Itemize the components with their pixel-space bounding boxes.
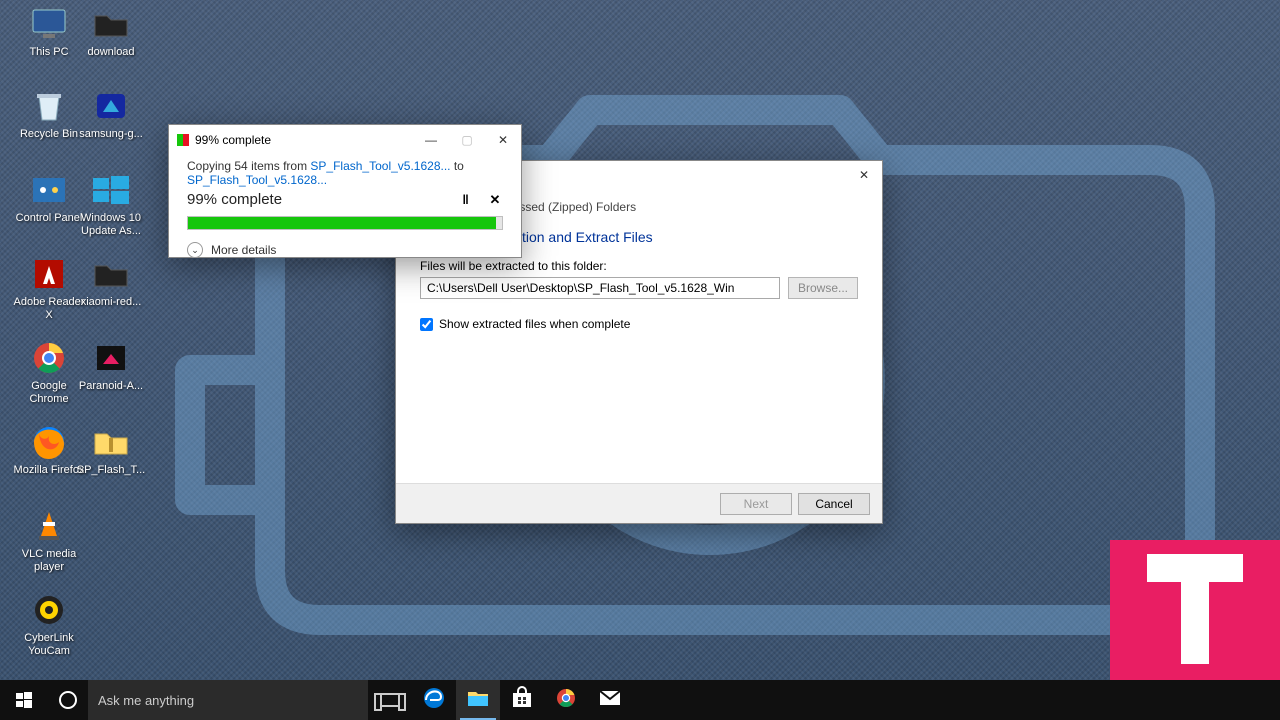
cpanel-icon [27,170,71,210]
desktop-icon-windows-10-update-as-[interactable]: Windows 10 Update As... [74,170,148,238]
desktop[interactable]: This PCdownloadRecycle Binsamsung-g...Co… [0,0,1280,720]
show-extracted-label: Show extracted files when complete [439,317,630,331]
chrome-icon [27,338,71,378]
copy-to-link[interactable]: SP_Flash_Tool_v5.1628... [187,173,327,187]
taskbar-app-store[interactable] [500,680,544,720]
chevron-down-icon: ⌄ [187,242,203,258]
desktop-icon-label: xiaomi-red... [74,296,148,309]
folder-dark-icon [89,4,133,44]
store-icon [510,686,534,715]
desktop-icon-label: Paranoid-A... [74,380,148,393]
desktop-icon-paranoid-a-[interactable]: Paranoid-A... [74,338,148,393]
progress-bar-fill [188,217,496,229]
file-explorer-icon [466,686,490,715]
folder-dark-icon [89,254,133,294]
extract-path-input[interactable] [420,277,780,299]
more-details-label: More details [211,243,276,257]
desktop-icon-vlc-media-player[interactable]: VLC media player [12,506,86,574]
copy-progress-icon [177,134,189,146]
copying-line: Copying 54 items from SP_Flash_Tool_v5.1… [187,159,503,187]
desktop-icon-cyberlink-youcam[interactable]: CyberLink YouCam [12,590,86,658]
taskbar-app-chrome[interactable] [544,680,588,720]
desktop-icon-download[interactable]: download [74,4,148,59]
winupdate-icon [89,170,133,210]
copy-titlebar[interactable]: 99% complete — ▢ ✕ [169,125,521,155]
start-button[interactable] [0,680,48,720]
cancel-copy-button[interactable]: ✕ [487,192,503,208]
show-extracted-checkbox-row[interactable]: Show extracted files when complete [420,317,858,331]
paranoid-icon [89,338,133,378]
mail-icon [598,686,622,715]
copy-maximize-button: ▢ [449,126,485,154]
extract-close-button[interactable]: ✕ [846,161,882,189]
desktop-icon-label: download [74,46,148,59]
taskbar-search-input[interactable]: Ask me anything [88,680,368,720]
task-view-button[interactable] [368,680,412,720]
desktop-icon-label: CyberLink YouCam [12,632,86,658]
watermark-logo [1110,540,1280,680]
taskbar-app-file-explorer[interactable] [456,680,500,720]
cancel-button[interactable]: Cancel [798,493,870,515]
taskbar-app-mail[interactable] [588,680,632,720]
copy-close-button[interactable]: ✕ [485,126,521,154]
desktop-icon-samsung-g-[interactable]: samsung-g... [74,86,148,141]
desktop-icon-label: Windows 10 Update As... [74,212,148,238]
next-button[interactable]: Next [720,493,792,515]
vlc-icon [27,506,71,546]
desktop-icon-label: samsung-g... [74,128,148,141]
copy-percent-text: 99% complete [187,191,282,208]
zip-icon [89,422,133,462]
more-details-toggle[interactable]: ⌄ More details [187,242,503,258]
copy-window-title: 99% complete [195,133,271,147]
desktop-icon-sp-flash-t-[interactable]: SP_Flash_T... [74,422,148,477]
pc-icon [27,4,71,44]
taskbar[interactable]: Ask me anything [0,680,1280,720]
browse-button[interactable]: Browse... [788,277,858,299]
pause-button[interactable]: ǁ [458,192,474,207]
cortana-button[interactable] [48,680,88,720]
adobe-icon [27,254,71,294]
copy-progress-window[interactable]: 99% complete — ▢ ✕ Copying 54 items from… [168,124,522,258]
desktop-icon-xiaomi-red-[interactable]: xiaomi-red... [74,254,148,309]
progress-bar [187,216,503,230]
youcam-icon [27,590,71,630]
chrome-icon [554,686,578,715]
copy-minimize-button[interactable]: — [413,126,449,154]
bin-icon [27,86,71,126]
edge-icon [422,686,446,715]
taskbar-app-edge[interactable] [412,680,456,720]
samsung-icon [89,86,133,126]
copy-from-link[interactable]: SP_Flash_Tool_v5.1628... [310,159,450,173]
desktop-icon-label: SP_Flash_T... [74,464,148,477]
desktop-icon-label: VLC media player [12,548,86,574]
firefox-icon [27,422,71,462]
show-extracted-checkbox[interactable] [420,318,433,331]
